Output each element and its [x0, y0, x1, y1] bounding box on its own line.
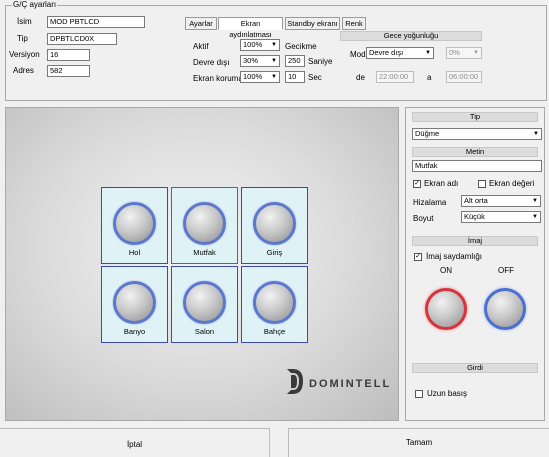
ok-button-label: Tamam — [405, 438, 433, 447]
mod-select[interactable]: Devre dışı ▼ — [366, 47, 434, 59]
off-image-icon[interactable] — [484, 288, 526, 330]
chevron-down-icon: ▼ — [533, 131, 539, 137]
tip-header: Tip — [412, 112, 538, 122]
gecikme-label: Gecikme — [285, 42, 317, 51]
screen-preview: Hol Mutfak Giriş Banyo Salon Bahçe DOMIN… — [5, 107, 399, 421]
domintell-logo: DOMINTELL — [287, 369, 391, 394]
on-image-icon[interactable] — [425, 288, 467, 330]
tab-ekran-aydinlatmasi[interactable]: Ekran aydınlatması — [218, 17, 283, 39]
io-settings-group: G/Ç ayarları İsim MOD PBTLCD Tip DPBTLCD… — [5, 0, 547, 101]
aktif-label: Aktif — [193, 42, 209, 51]
tab-ayarlar[interactable]: Ayarlar — [185, 17, 217, 30]
isim-field[interactable]: MOD PBTLCD — [47, 16, 145, 28]
saniye-field[interactable]: 250 — [285, 55, 305, 67]
gece-yogunlugu-header: Gece yoğunluğu — [340, 31, 482, 41]
preview-button-bahce[interactable]: Bahçe — [241, 266, 308, 343]
preview-button-label: Mutfak — [193, 248, 216, 257]
sec-label: Sec — [308, 73, 322, 82]
round-button-icon — [113, 281, 156, 324]
saniye-label: Saniye — [308, 57, 333, 66]
tab-renk[interactable]: Renk — [342, 17, 366, 30]
chevron-down-icon: ▼ — [271, 42, 277, 48]
uzun-basis-label: Uzun basış — [427, 389, 468, 398]
girdi-header: Girdi — [412, 363, 538, 373]
cancel-button-label: İptal — [126, 440, 143, 449]
metin-header: Metin — [412, 147, 538, 157]
round-button-icon — [253, 281, 296, 324]
hizalama-label: Hizalama — [413, 198, 447, 207]
chevron-down-icon: ▼ — [473, 50, 479, 56]
boyut-label: Boyut — [413, 214, 434, 223]
properties-panel: Tip Düğme ▼ Metin Mutfak ✓ Ekran adı Ekra… — [405, 107, 545, 421]
logo-text: DOMINTELL — [309, 378, 391, 390]
night-percent-select[interactable]: 0% ▼ — [446, 47, 482, 59]
adres-field[interactable]: 582 — [47, 65, 90, 77]
aktif-select[interactable]: 100% ▼ — [240, 39, 280, 51]
uzun-basis-checkbox[interactable] — [415, 390, 423, 398]
hizalama-select[interactable]: Alt orta ▼ — [461, 195, 541, 207]
tip-value: Düğme — [415, 129, 440, 138]
tab-standby-ekrani[interactable]: Standby ekranı — [285, 17, 340, 30]
ekran-degeri-checkbox[interactable] — [478, 180, 486, 188]
round-button-icon — [253, 202, 296, 245]
preview-button-salon[interactable]: Salon — [171, 266, 238, 343]
on-label: ON — [440, 266, 452, 275]
to-time-field[interactable]: 06:00:00 — [446, 71, 482, 83]
versiyon-label: Versiyon — [9, 50, 40, 59]
tip-select[interactable]: Düğme ▼ — [412, 128, 542, 140]
devre-disi-select[interactable]: 30% ▼ — [240, 55, 280, 67]
ok-button[interactable]: Tamam — [288, 428, 549, 457]
imaj-saydamligi-checkbox[interactable]: ✓ — [414, 253, 422, 261]
tip-label: Tip — [17, 34, 28, 43]
from-time-field[interactable]: 22:00:00 — [376, 71, 414, 83]
round-button-icon — [183, 202, 226, 245]
round-button-icon — [183, 281, 226, 324]
ekran-koruma-value: 100% — [243, 72, 263, 81]
tip-field[interactable]: DPBTLCD0X — [47, 33, 117, 45]
night-percent-value: 0% — [449, 48, 460, 57]
isim-label: İsim — [17, 17, 32, 26]
devre-disi-value: 30% — [243, 56, 259, 65]
preview-button-label: Hol — [128, 248, 141, 257]
preview-button-label: Giriş — [266, 248, 283, 257]
mod-label: Mod — [350, 50, 366, 59]
off-label: OFF — [498, 266, 514, 275]
ekran-adi-checkbox[interactable]: ✓ — [413, 180, 421, 188]
preview-button-label: Bahçe — [263, 327, 286, 336]
aktif-value: 100% — [243, 40, 263, 49]
round-button-icon — [113, 202, 156, 245]
metin-field[interactable]: Mutfak — [412, 160, 542, 172]
preview-button-banyo[interactable]: Banyo — [101, 266, 168, 343]
a-label: a — [427, 73, 432, 82]
chevron-down-icon: ▼ — [532, 198, 538, 204]
de-label: de — [356, 73, 365, 82]
preview-button-label: Salon — [194, 327, 215, 336]
sec-field[interactable]: 10 — [285, 71, 305, 83]
mod-value: Devre dışı — [369, 48, 404, 57]
chevron-down-icon: ▼ — [425, 50, 431, 56]
versiyon-field[interactable]: 16 — [47, 49, 90, 61]
chevron-down-icon: ▼ — [532, 214, 538, 220]
chevron-down-icon: ▼ — [271, 58, 277, 64]
chevron-down-icon: ▼ — [271, 74, 277, 80]
imaj-saydamligi-label: İmaj saydamlığı — [426, 252, 483, 261]
hizalama-value: Alt orta — [464, 196, 488, 205]
devre-disi-label: Devre dışı — [193, 58, 230, 67]
preview-button-giris[interactable]: Giriş — [241, 187, 308, 264]
ekran-adi-label: Ekran adı — [424, 179, 459, 188]
preview-button-hol[interactable]: Hol — [101, 187, 168, 264]
ekran-koruma-select[interactable]: 100% ▼ — [240, 71, 280, 83]
cancel-button[interactable]: İptal — [0, 428, 270, 457]
preview-button-label: Banyo — [123, 327, 146, 336]
adres-label: Adres — [13, 66, 34, 75]
boyut-value: Küçük — [464, 212, 485, 221]
boyut-select[interactable]: Küçük ▼ — [461, 211, 541, 223]
ekran-koruma-label: Ekran koruma — [193, 74, 243, 83]
imaj-header: İmaj — [412, 236, 538, 246]
ekran-degeri-label: Ekran değeri — [489, 179, 535, 188]
preview-button-mutfak[interactable]: Mutfak — [171, 187, 238, 264]
io-settings-title: G/Ç ayarları — [12, 0, 58, 9]
